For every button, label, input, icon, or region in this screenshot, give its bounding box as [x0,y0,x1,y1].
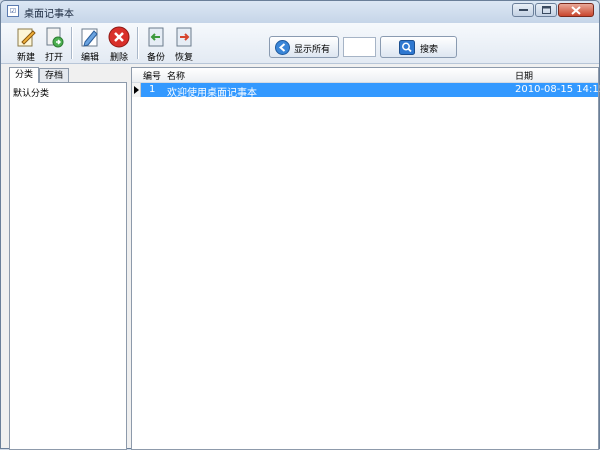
delete-button[interactable]: 删除 [104,25,134,63]
column-header-name[interactable]: 名称 [167,69,185,82]
main-window: ☑ 桌面记事本 新建 打开 编辑 删除 备份 恢复 显示所有 搜索 分类 存档 … [0,0,600,450]
maximize-icon [541,6,551,14]
close-button[interactable] [558,3,594,17]
row-date: 2010-08-15 14:15:0 [515,84,600,95]
category-tabs: 分类 存档 [9,67,70,83]
restore-label: 恢复 [174,53,193,63]
app-icon: ☑ [7,5,19,17]
category-panel: 分类 存档 默认分类 [9,67,127,450]
window-title: 桌面记事本 [24,9,74,20]
search-icon [399,40,415,55]
new-note-icon [17,28,36,47]
column-header-id[interactable]: 编号 [143,69,161,82]
row-name: 欢迎使用桌面记事本 [167,88,257,99]
tab-archive[interactable]: 存档 [39,68,70,83]
category-list: 默认分类 [9,82,127,450]
column-header-date[interactable]: 日期 [515,69,533,82]
window-controls [512,3,594,17]
delete-label: 删除 [109,53,128,63]
table-header: 编号 名称 日期 [132,68,598,83]
search-label: 搜索 [420,45,439,55]
search-button[interactable]: 搜索 [380,36,457,58]
maximize-button[interactable] [535,3,557,17]
back-arrow-icon [275,40,290,55]
minimize-button[interactable] [512,3,534,17]
restore-button[interactable]: 恢复 [169,25,199,63]
table-row[interactable]: 1 欢迎使用桌面记事本 2010-08-15 14:15:0 [132,83,600,99]
search-input[interactable] [343,37,376,57]
minimize-icon [518,9,528,11]
selected-row[interactable]: 1 欢迎使用桌面记事本 2010-08-15 14:15:0 [141,83,600,99]
category-item-default[interactable]: 默认分类 [13,86,49,99]
tab-category[interactable]: 分类 [9,67,40,83]
open-button[interactable]: 打开 [39,25,69,63]
notes-table: 编号 名称 日期 1 欢迎使用桌面记事本 2010-08-15 14:15:0 [131,67,600,450]
current-row-arrow-icon [134,86,139,94]
row-id: 1 [149,84,156,95]
show-all-button[interactable]: 显示所有 [269,36,339,58]
show-all-label: 显示所有 [294,45,331,55]
title-bar[interactable]: ☑ 桌面记事本 [1,1,599,23]
open-file-icon [46,27,64,48]
close-icon [571,5,581,15]
restore-icon [176,27,192,47]
edit-pencil-icon [81,28,98,47]
backup-icon [148,27,164,47]
row-indicator [132,83,141,97]
delete-icon [108,26,130,48]
